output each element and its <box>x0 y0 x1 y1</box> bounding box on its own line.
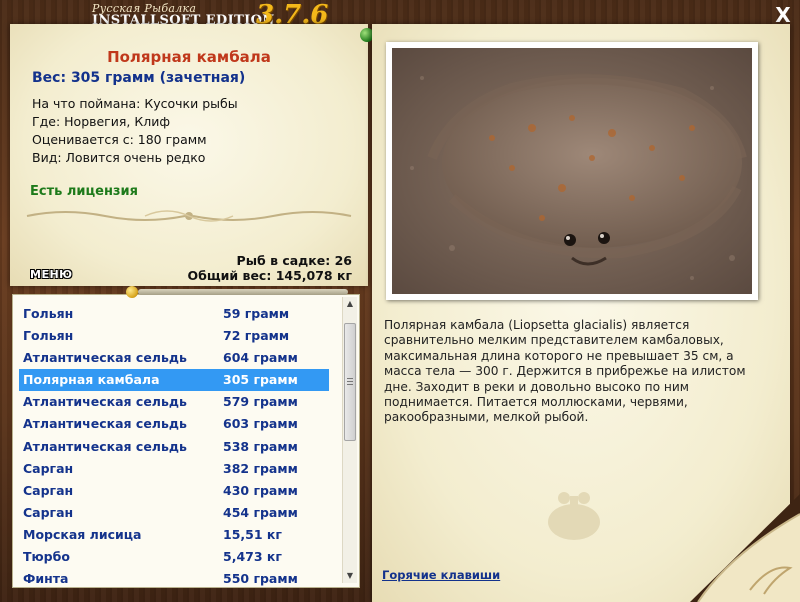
catch-fish-weight: 5,473 кг <box>223 549 282 565</box>
catch-list-row[interactable]: Полярная камбала 305 грамм <box>19 369 329 392</box>
fish-photo-frame <box>386 42 758 300</box>
hotkeys-link[interactable]: Горячие клавиши <box>382 568 500 582</box>
catch-fish-name: Полярная камбала <box>23 372 160 388</box>
catch-list-row[interactable]: Сарган 454 грамм <box>19 502 329 524</box>
catch-list-row[interactable]: Атлантическая сельдь 579 грамм <box>19 391 329 413</box>
game-window: Русская Рыбалка INSTALLSOFT EDITION 3.7.… <box>0 0 800 602</box>
catch-fish-weight: 15,51 кг <box>223 526 282 542</box>
catch-fish-name: Гольян <box>23 328 74 344</box>
catch-list: Гольян 59 грамм Гольян 72 грамм Атлантическа… <box>19 303 329 587</box>
catch-list-row[interactable]: Гольян 72 грамм <box>19 325 329 347</box>
catch-fish-name: Сарган <box>23 460 74 476</box>
fish-photo <box>392 48 752 294</box>
menu-button[interactable]: МЕНЮ <box>30 268 73 281</box>
catch-list-row[interactable]: Атлантическая сельдь 603 грамм <box>19 413 329 435</box>
catch-fish-weight: 72 грамм <box>223 328 290 344</box>
catch-fish-name: Морская лисица <box>23 526 142 542</box>
fish-name: Полярная камбала <box>107 48 271 66</box>
chevron-up-icon[interactable]: ▲ <box>343 297 357 311</box>
catch-fish-name: Атлантическая сельдь <box>23 416 187 432</box>
fish-bait: На что поймана: Кусочки рыбы <box>32 96 238 111</box>
grip-line <box>347 378 353 379</box>
catch-fish-weight: 305 грамм <box>223 372 298 388</box>
chevron-down-icon[interactable]: ▼ <box>343 569 357 583</box>
ornament-divider <box>26 210 352 222</box>
license-status: Есть лицензия <box>30 184 138 199</box>
pin-icon <box>126 286 138 298</box>
catch-list-row[interactable]: Финта 550 грамм <box>19 568 329 587</box>
catch-list-row[interactable]: Морская лисица 15,51 кг <box>19 524 329 546</box>
fish-place: Где: Норвегия, Клиф <box>32 114 171 129</box>
catch-fish-weight: 550 грамм <box>223 571 298 587</box>
catch-list-row[interactable]: Сарган 430 грамм <box>19 480 329 502</box>
pencil-decoration <box>138 289 348 295</box>
page-curl <box>690 494 800 602</box>
catch-fish-weight: 59 грамм <box>223 306 290 321</box>
catch-fish-weight: 382 грамм <box>223 460 298 476</box>
fish-description: Полярная камбала (Liopsetta glacialis) я… <box>384 318 746 425</box>
catch-fish-name: Атлантическая сельдь <box>23 394 187 410</box>
fish-info-panel: Полярная камбала Вес: 305 грамм (зачетна… <box>10 24 368 286</box>
catch-fish-name: Финта <box>23 571 69 587</box>
fish-silhouette-icon <box>548 492 600 540</box>
catch-fish-weight: 579 грамм <box>223 394 298 410</box>
catch-fish-weight: 538 грамм <box>223 438 298 454</box>
fish-frequency: Вид: Ловится очень редко <box>32 150 206 165</box>
close-button[interactable]: X <box>772 4 794 26</box>
catch-fish-name: Сарган <box>23 504 74 520</box>
grip-line <box>347 381 353 382</box>
catch-list-row[interactable]: Атлантическая сельдь 538 грамм <box>19 436 329 458</box>
fish-weight: Вес: 305 грамм (зачетная) <box>32 70 246 86</box>
catch-list-row[interactable]: Сарган 382 грамм <box>19 458 329 480</box>
catch-fish-weight: 430 грамм <box>223 482 298 498</box>
scrollbar-thumb[interactable] <box>344 323 356 441</box>
catch-fish-name: Сарган <box>23 482 74 498</box>
grip-line <box>347 384 353 385</box>
catch-list-row[interactable]: Гольян 59 грамм <box>19 303 329 325</box>
catch-list-row[interactable]: Атлантическая сельдь 604 грамм <box>19 347 329 369</box>
catch-list-scrollbar[interactable]: ▲ ▼ <box>342 297 357 583</box>
catch-fish-weight: 604 грамм <box>223 350 298 366</box>
catch-fish-weight: 454 грамм <box>223 504 298 520</box>
catch-list-row[interactable]: Тюрбо 5,473 кг <box>19 546 329 568</box>
catch-fish-name: Тюрбо <box>23 549 70 565</box>
fish-valued-from: Оценивается с: 180 грамм <box>32 132 207 147</box>
catch-list-panel: Гольян 59 грамм Гольян 72 грамм Атлантическа… <box>12 294 360 588</box>
catch-fish-weight: 603 грамм <box>223 416 298 432</box>
catch-fish-name: Гольян <box>23 306 74 321</box>
catch-fish-name: Атлантическая сельдь <box>23 438 187 454</box>
catch-fish-name: Атлантическая сельдь <box>23 350 187 366</box>
keep-net-count: Рыб в садке: 26 <box>236 253 352 268</box>
total-weight: Общий вес: 145,078 кг <box>187 268 353 283</box>
